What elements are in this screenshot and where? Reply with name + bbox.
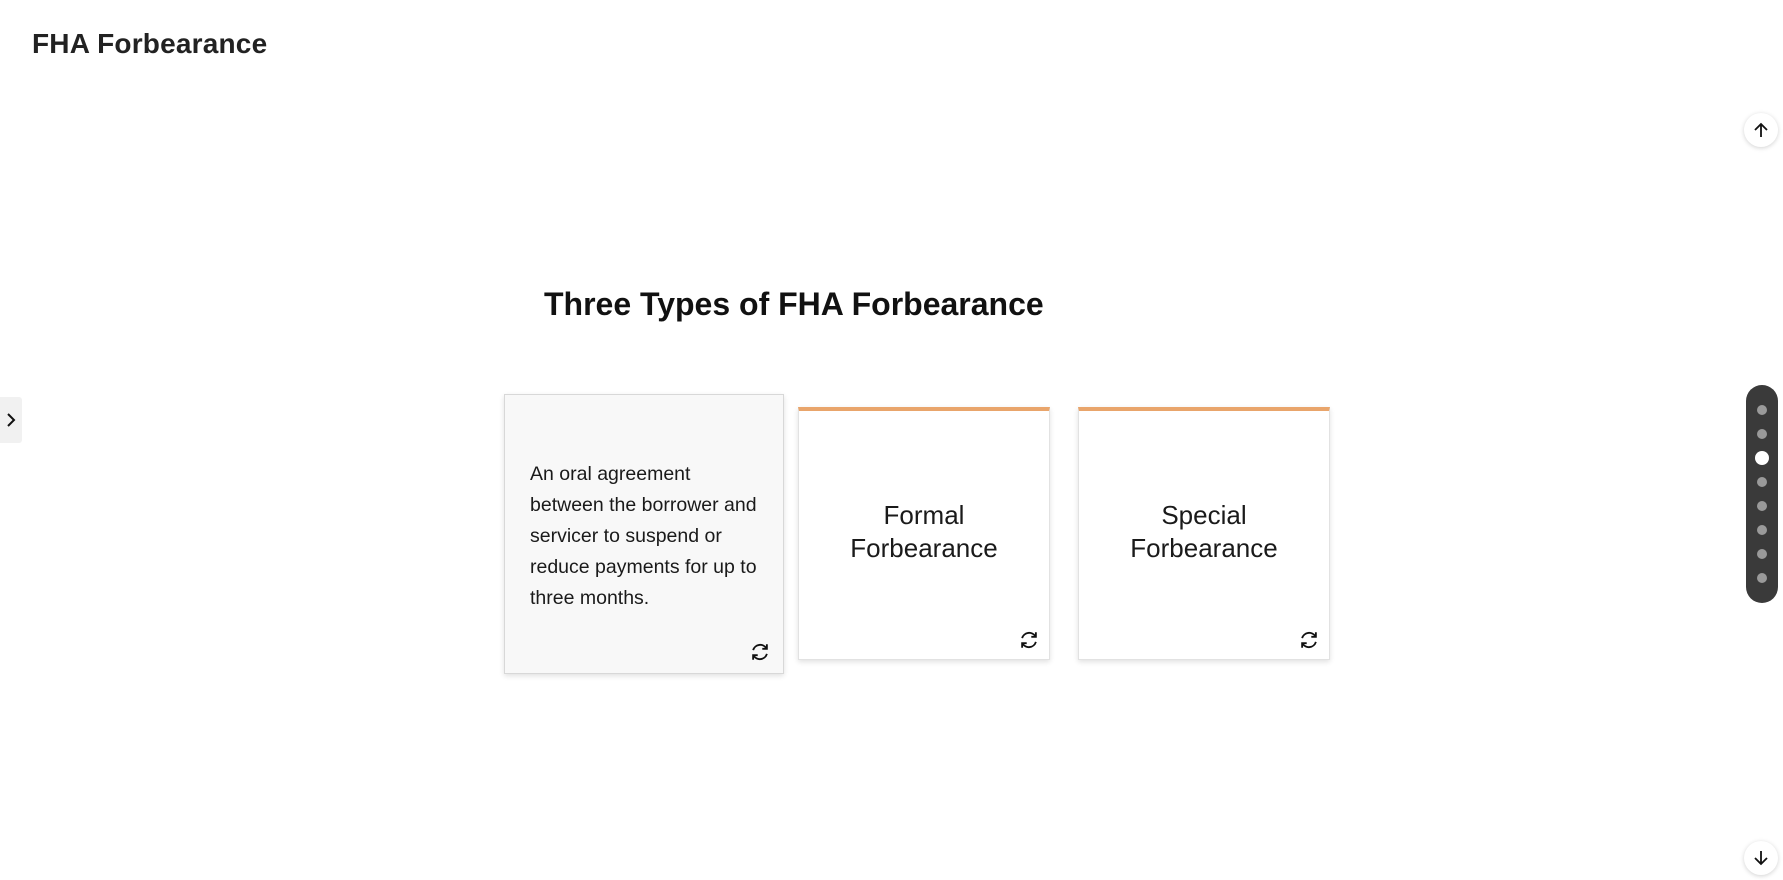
- section-heading: Three Types of FHA Forbearance: [544, 286, 1044, 322]
- nav-dot-4[interactable]: [1757, 477, 1767, 487]
- flip-card-informal[interactable]: An oral agreement between the borrower a…: [504, 394, 784, 674]
- card-title-line-1: Formal: [883, 500, 965, 530]
- arrow-down-icon: [1754, 851, 1768, 866]
- nav-dot-2[interactable]: [1757, 429, 1767, 439]
- scroll-down-button[interactable]: [1744, 841, 1778, 875]
- card-front-title: Formal Forbearance: [850, 499, 997, 565]
- arrow-up-icon: [1754, 122, 1768, 137]
- card-title-line-2: Forbearance: [850, 533, 998, 563]
- flip-icon[interactable]: [1018, 629, 1040, 651]
- flip-card-formal[interactable]: Formal Forbearance: [798, 407, 1050, 660]
- chevron-right-icon: [7, 413, 16, 427]
- card-front-title: Special Forbearance: [1130, 499, 1277, 565]
- nav-dot-8[interactable]: [1757, 573, 1767, 583]
- card-title-line-2: Forbearance: [1130, 533, 1278, 563]
- flip-card-special[interactable]: Special Forbearance: [1078, 407, 1330, 660]
- nav-dot-3-active[interactable]: [1755, 451, 1769, 465]
- nav-dot-7[interactable]: [1757, 549, 1767, 559]
- card-back-text: An oral agreement between the borrower a…: [530, 463, 757, 609]
- flip-icon[interactable]: [749, 641, 771, 663]
- nav-dot-1[interactable]: [1757, 405, 1767, 415]
- sidebar-toggle-button[interactable]: [0, 397, 22, 443]
- card-title-line-1: Special: [1161, 500, 1247, 530]
- flip-icon[interactable]: [1298, 629, 1320, 651]
- nav-dot-5[interactable]: [1757, 501, 1767, 511]
- scroll-up-button[interactable]: [1744, 113, 1778, 147]
- page-title: FHA Forbearance: [32, 28, 268, 59]
- nav-dot-6[interactable]: [1757, 525, 1767, 535]
- section-dot-navigation: [1746, 385, 1778, 603]
